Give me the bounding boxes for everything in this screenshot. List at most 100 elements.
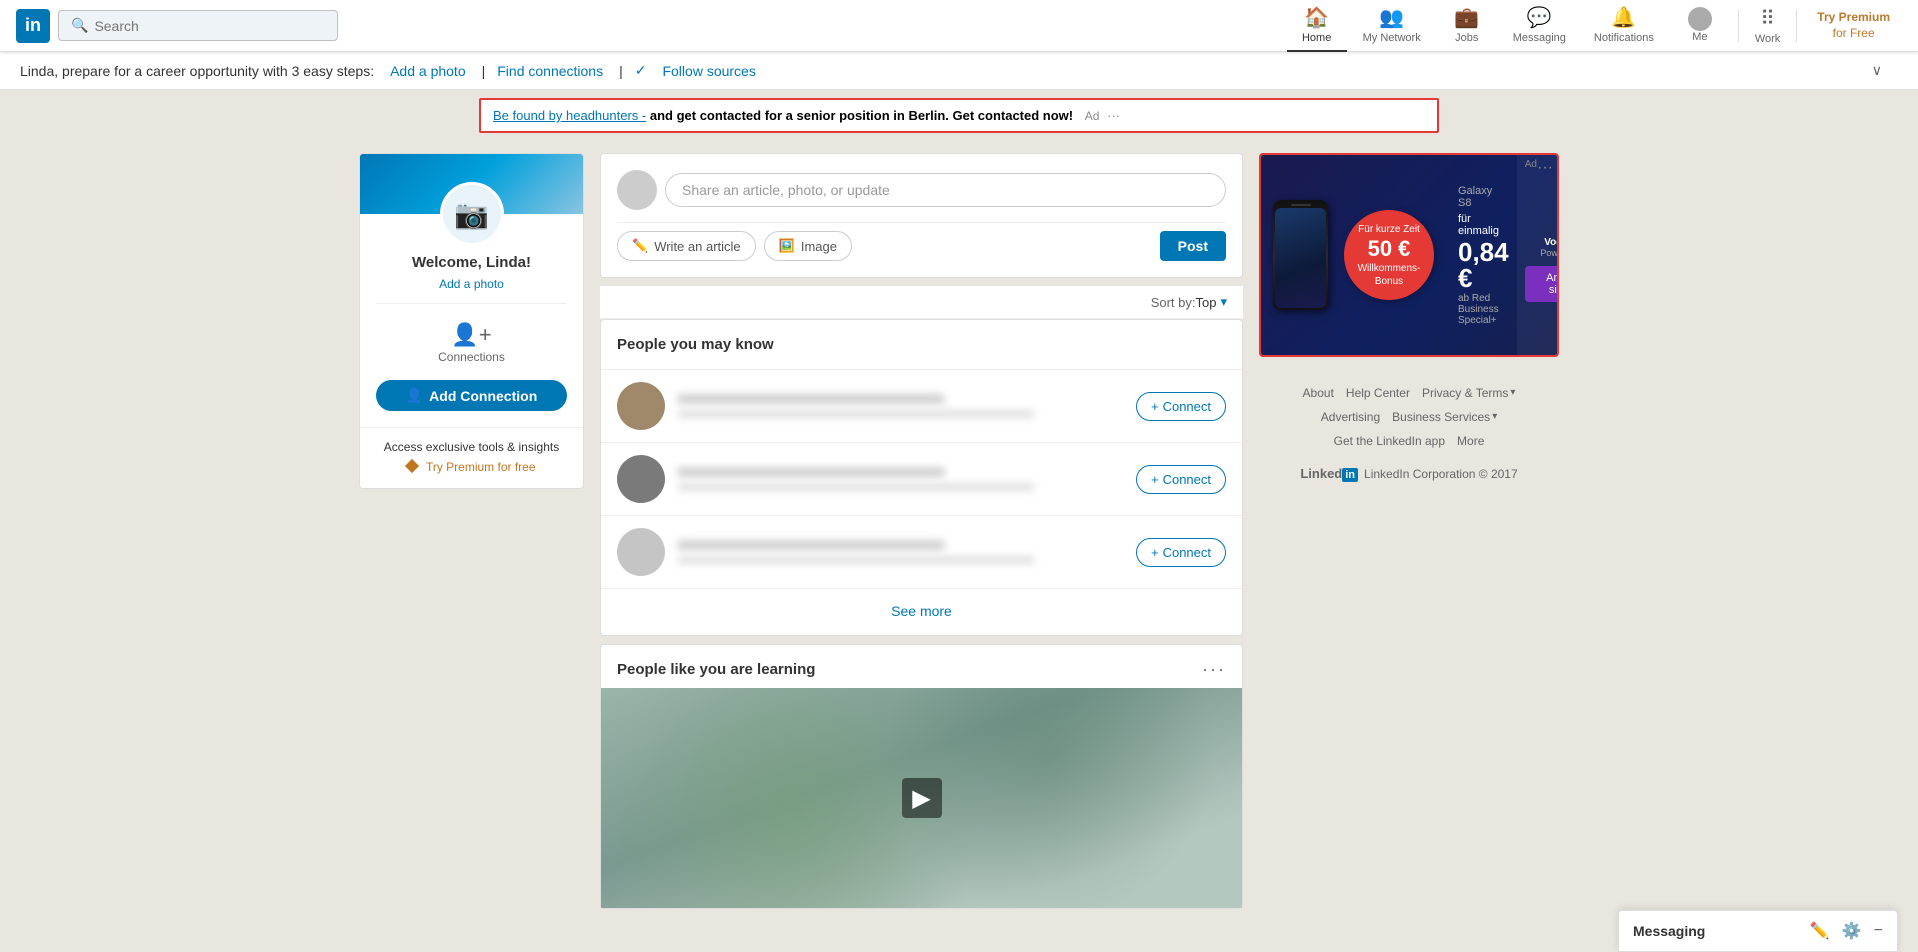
vodafone-branding: ◉ Vodafone Power to you Angebot sichern (1517, 155, 1559, 355)
footer-app-link[interactable]: Get the LinkedIn app (1334, 429, 1445, 453)
nav-item-notifications[interactable]: 🔔 Notifications (1582, 0, 1666, 52)
see-more-link[interactable]: See more (891, 603, 952, 619)
footer-more-link[interactable]: More (1457, 429, 1484, 453)
connect-button-2[interactable]: + Connect (1136, 465, 1226, 494)
nav-divider (1738, 10, 1739, 42)
person-row: + Connect (601, 442, 1242, 515)
person-name-1 (677, 394, 945, 404)
linkedin-logo[interactable]: in (16, 9, 50, 43)
galaxy-label: Galaxy S8 (1458, 185, 1509, 209)
price-label: für einmalig (1458, 213, 1509, 237)
nav-item-messaging[interactable]: 💬 Messaging (1501, 0, 1578, 52)
promo-price: 0,84 € (1458, 239, 1509, 291)
connect-label-1: Connect (1163, 399, 1211, 414)
footer-row-3: Get the LinkedIn app More (1267, 429, 1551, 453)
ad-body-text: and get contacted for a senior position … (650, 108, 1073, 123)
nav-item-me[interactable]: Me (1670, 0, 1730, 52)
learning-header: People like you are learning ··· (601, 645, 1242, 688)
add-photo-link[interactable]: Add a photo (390, 63, 466, 79)
connect-button-1[interactable]: + Connect (1136, 392, 1226, 421)
connect-button-3[interactable]: + Connect (1136, 538, 1226, 567)
person-avatar-1 (617, 382, 665, 430)
footer-help-link[interactable]: Help Center (1346, 381, 1410, 405)
post-button[interactable]: Post (1160, 231, 1226, 261)
ad-banner: Be found by headhunters - and get contac… (479, 98, 1439, 133)
nav-item-jobs[interactable]: 💼 Jobs (1437, 0, 1497, 52)
settings-icon[interactable]: ⚙️ (1842, 921, 1862, 941)
vodafone-tagline: Power to you (1540, 248, 1559, 258)
copyright-text: LinkedIn Corporation © 2017 (1364, 462, 1518, 486)
post-input-box[interactable]: Share an article, photo, or update (665, 173, 1226, 207)
post-input-area: Share an article, photo, or update (617, 170, 1226, 210)
person-info-2 (677, 467, 1124, 491)
person-row: + Connect (601, 515, 1242, 588)
vodafone-icon: ◉ (1557, 209, 1559, 235)
sort-chevron-icon[interactable]: ▾ (1220, 294, 1227, 310)
footer-advertising-link[interactable]: Advertising (1321, 405, 1380, 429)
footer-business-services-link[interactable]: Business Services ▾ (1392, 405, 1497, 429)
nav-notifications-label: Notifications (1594, 32, 1654, 44)
profile-name: Welcome, Linda! (376, 254, 567, 271)
image-button[interactable]: 🖼️ Image (764, 231, 852, 261)
see-more-row: See more (601, 588, 1242, 635)
add-photo-link-card[interactable]: Add a photo (439, 277, 504, 291)
nav-me-label: Me (1692, 31, 1707, 43)
footer-logo: Linkedin LinkedIn Corporation © 2017 (1267, 461, 1551, 487)
learning-options-icon[interactable]: ··· (1202, 659, 1226, 680)
people-card-header: People you may know (601, 320, 1242, 369)
minimize-icon[interactable]: − (1874, 922, 1883, 940)
chevron-down-icon[interactable]: ∨ (1872, 62, 1882, 79)
person-name-2 (677, 467, 945, 477)
ad-options-icon[interactable]: ··· (1107, 108, 1120, 123)
nav-item-home[interactable]: 🏠 Home (1287, 0, 1347, 52)
nav-item-my-network[interactable]: 👥 My Network (1351, 0, 1433, 52)
connections-row[interactable]: 👤+ Connections (376, 314, 567, 372)
learning-image: ▶ (601, 688, 1242, 908)
learning-card: People like you are learning ··· ▶ (600, 644, 1243, 909)
work-button[interactable]: ⠿ Work (1747, 0, 1788, 52)
promo-bonus-name: Willkommens-Bonus (1358, 262, 1421, 288)
messaging-icon: 💬 (1527, 5, 1552, 30)
follow-sources-link[interactable]: Follow sources (662, 63, 755, 79)
people-card: People you may know + Connect (600, 319, 1243, 636)
nav-home-label: Home (1302, 32, 1331, 44)
learning-title: People like you are learning (617, 661, 815, 678)
search-input[interactable] (94, 18, 325, 34)
footer-links: About Help Center Privacy & Terms ▾ Adve… (1259, 369, 1559, 499)
linkedin-footer-logo: Linkedin (1300, 461, 1358, 487)
premium-teaser-text: Access exclusive tools & insights (376, 440, 567, 454)
ad-link[interactable]: Be found by headhunters - (493, 108, 646, 123)
messaging-actions: ✏️ ⚙️ − (1810, 921, 1883, 941)
promo-bonus-label: Für kurze Zeit (1358, 223, 1420, 236)
ad-card-options-icon[interactable]: ··· (1537, 159, 1553, 177)
person-avatar-2 (617, 455, 665, 503)
post-actions: ✏️ Write an article 🖼️ Image Post (617, 222, 1226, 261)
person-row: + Connect (601, 369, 1242, 442)
profile-avatar: 📷 (440, 182, 504, 246)
plus-icon-3: + (1151, 545, 1159, 560)
footer-about-link[interactable]: About (1303, 381, 1334, 405)
search-bar[interactable]: 🔍 (58, 10, 338, 41)
nav-messaging-label: Messaging (1513, 32, 1566, 44)
price-sub-label: ab Red Business Special+ (1458, 293, 1509, 326)
avatar (1688, 7, 1712, 31)
find-connections-link[interactable]: Find connections (497, 63, 603, 79)
premium-button[interactable]: Try Premium for Free (1805, 6, 1902, 45)
compose-icon[interactable]: ✏️ (1810, 921, 1830, 941)
ad-text: Be found by headhunters - and get contac… (493, 108, 1425, 123)
person-title-1 (677, 410, 1035, 418)
footer-privacy-link[interactable]: Privacy & Terms ▾ (1422, 381, 1516, 405)
sponsored-label: Ad (1525, 159, 1537, 170)
messaging-label: Messaging (1633, 923, 1810, 939)
sort-value[interactable]: Top (1196, 295, 1217, 310)
add-connection-button[interactable]: 👤 Add Connection (376, 380, 567, 411)
image-label: Image (801, 239, 837, 254)
ad-label: Ad (1085, 109, 1100, 123)
try-premium-link[interactable]: Try Premium for free (426, 460, 536, 474)
angebot-button[interactable]: Angebot sichern (1525, 266, 1559, 302)
promo-circle: Für kurze Zeit 50 € Willkommens-Bonus (1344, 210, 1434, 300)
notifications-icon: 🔔 (1611, 5, 1636, 30)
write-article-button[interactable]: ✏️ Write an article (617, 231, 756, 261)
nav-jobs-label: Jobs (1455, 32, 1478, 44)
camera-icon: 📷 (454, 198, 489, 231)
